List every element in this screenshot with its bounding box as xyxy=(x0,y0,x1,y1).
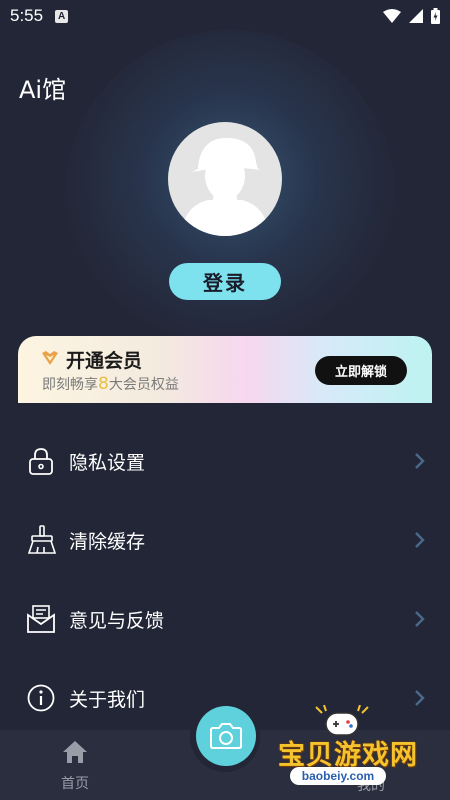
nav-home[interactable]: 首页 xyxy=(55,740,95,795)
camera-button[interactable] xyxy=(196,706,256,766)
unlock-button[interactable]: 立即解锁 xyxy=(315,356,407,385)
nav-home-label: 首页 xyxy=(61,776,89,792)
watermark-url: baobeiy.com xyxy=(290,767,386,785)
lock-icon xyxy=(29,448,53,475)
status-icons xyxy=(383,8,440,24)
chevron-right-icon xyxy=(415,611,425,627)
page-title: Ai馆 xyxy=(19,76,67,104)
chevron-right-icon xyxy=(415,532,425,548)
status-time: 5:55 xyxy=(10,6,44,25)
vip-title: 开通会员 xyxy=(66,350,143,372)
camera-icon xyxy=(210,723,242,749)
menu-item-label: 隐私设置 xyxy=(69,451,146,474)
wifi-icon xyxy=(383,9,401,23)
menu-item-feedback[interactable]: 意见与反馈 xyxy=(0,594,450,644)
vip-subtitle-suffix: 大会员权益 xyxy=(108,377,179,393)
menu-item-label: 关于我们 xyxy=(69,688,146,711)
notification-icon: A xyxy=(55,9,69,23)
menu-item-label: 意见与反馈 xyxy=(69,609,165,632)
menu-item-clear-cache[interactable]: 清除缓存 xyxy=(0,515,450,565)
home-icon xyxy=(63,741,87,763)
vip-subtitle-prefix: 即刻畅享 xyxy=(42,377,98,393)
chevron-right-icon xyxy=(415,453,425,469)
menu-item-label: 清除缓存 xyxy=(69,530,146,553)
vip-banner[interactable]: 开通会员 即刻畅享8大会员权益 立即解锁 xyxy=(18,336,432,403)
crown-icon xyxy=(42,351,58,365)
vip-subtitle: 即刻畅享8大会员权益 xyxy=(42,374,179,394)
signal-icon xyxy=(409,9,423,23)
feedback-mail-icon xyxy=(27,605,55,633)
login-button[interactable]: 登录 xyxy=(169,263,281,300)
vip-benefit-count: 8 xyxy=(98,374,109,394)
broom-icon xyxy=(27,525,56,554)
status-bar: 5:55 A xyxy=(0,0,450,32)
menu-item-privacy-settings[interactable]: 隐私设置 xyxy=(0,436,450,486)
avatar[interactable] xyxy=(168,122,282,236)
battery-icon xyxy=(431,8,440,24)
info-icon xyxy=(27,684,55,712)
default-user-icon xyxy=(180,137,270,236)
watermark-logo: 宝贝游戏网 baobeiy.com xyxy=(270,705,450,800)
